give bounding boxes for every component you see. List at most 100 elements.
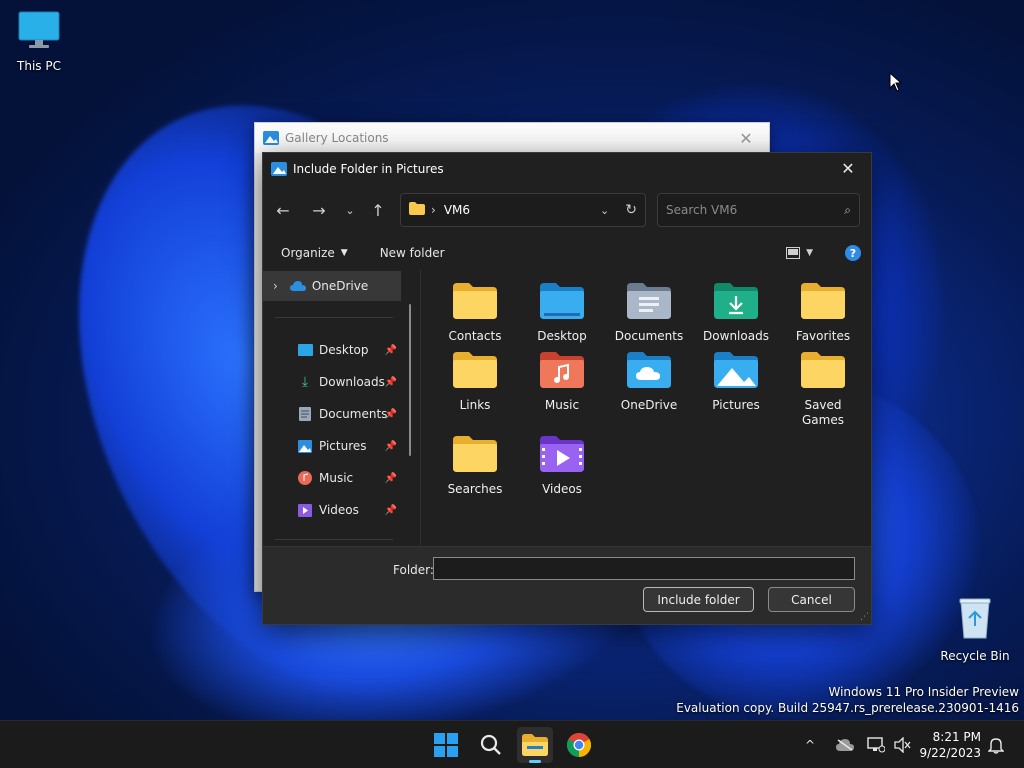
nav-pane-scrollbar[interactable] xyxy=(409,304,411,456)
desktop-icon-label: Recycle Bin xyxy=(940,649,1010,663)
up-arrow-icon[interactable]: ↑ xyxy=(364,196,392,224)
window-titlebar[interactable]: Gallery Locations ✕ xyxy=(255,123,769,153)
folder-tile-pictures[interactable]: Pictures xyxy=(696,352,776,413)
folder-tile-desktop[interactable]: Desktop xyxy=(522,283,602,344)
view-mode-icon[interactable]: ▼ xyxy=(786,247,813,259)
volume-muted-icon[interactable] xyxy=(894,721,912,768)
breadcrumb-separator-icon: › xyxy=(431,203,436,217)
nav-item-label: Videos xyxy=(319,503,359,517)
close-icon[interactable]: ✕ xyxy=(833,154,863,184)
recent-locations-chevron-icon[interactable]: ⌄ xyxy=(336,196,364,224)
back-arrow-icon[interactable]: ← xyxy=(269,196,297,224)
refresh-icon[interactable]: ↻ xyxy=(625,202,637,218)
new-folder-label: New folder xyxy=(379,246,445,260)
folder-icon xyxy=(409,202,425,218)
help-icon[interactable]: ? xyxy=(845,245,861,261)
nav-item-label: Documents xyxy=(319,407,388,421)
address-bar[interactable]: › VM6 ⌄ ↻ xyxy=(400,193,646,227)
pictures-folder-icon xyxy=(714,352,758,392)
pin-icon[interactable]: 📌 xyxy=(385,345,397,356)
pin-icon[interactable]: 📌 xyxy=(385,409,397,420)
search-icon[interactable]: ⌕ xyxy=(844,203,851,218)
pin-icon[interactable]: 📌 xyxy=(385,473,397,484)
chrome-icon[interactable] xyxy=(561,727,597,763)
folder-label: Searches xyxy=(447,482,503,496)
include-folder-button[interactable]: Include folder xyxy=(643,587,754,612)
close-icon[interactable]: ✕ xyxy=(731,123,761,153)
start-icon[interactable] xyxy=(428,727,464,763)
nav-item-label: OneDrive xyxy=(311,279,369,293)
show-hidden-icons-chevron-icon[interactable]: ^ xyxy=(805,721,815,768)
folder-icon xyxy=(801,352,845,392)
search-placeholder[interactable]: Search VM6 xyxy=(666,203,737,217)
dialog-titlebar[interactable]: Include Folder in Pictures ✕ xyxy=(263,153,871,184)
nav-item-onedrive[interactable]: › OneDrive xyxy=(263,271,401,301)
folder-tile-favorites[interactable]: Favorites xyxy=(783,283,863,344)
folder-label: OneDrive xyxy=(620,398,678,412)
music-icon xyxy=(297,471,313,485)
navigation-pane: › OneDrive Desktop 📌 ⤓ Downloads 📌 Docum… xyxy=(263,269,421,546)
folder-label: Downloads xyxy=(703,329,769,343)
nav-item-desktop[interactable]: Desktop 📌 xyxy=(263,335,401,365)
resize-grip-icon[interactable]: ⋰ xyxy=(860,612,869,622)
mouse-cursor-icon xyxy=(889,71,903,95)
taskbar-clock[interactable]: 8:21 PM 9/22/2023 xyxy=(919,729,981,761)
folder-tile-music[interactable]: Music xyxy=(522,352,602,413)
onedrive-icon xyxy=(289,281,306,291)
folder-tile-saved-games[interactable]: Saved Games xyxy=(783,352,863,428)
network-icon[interactable] xyxy=(867,721,885,768)
file-explorer-icon[interactable] xyxy=(517,727,553,763)
search-icon[interactable] xyxy=(473,727,509,763)
folder-tile-downloads[interactable]: Downloads xyxy=(696,283,776,344)
nav-item-pictures[interactable]: Pictures 📌 xyxy=(263,431,401,461)
pictures-icon xyxy=(297,439,313,453)
cancel-button[interactable]: Cancel xyxy=(768,587,855,612)
monitor-icon xyxy=(17,10,61,53)
organize-button[interactable]: Organize ▼ xyxy=(271,246,358,260)
folder-tile-contacts[interactable]: Contacts xyxy=(435,283,515,344)
dialog-title: Include Folder in Pictures xyxy=(293,161,444,176)
address-path[interactable]: VM6 xyxy=(444,203,470,217)
search-box[interactable]: Search VM6 ⌕ xyxy=(657,193,860,227)
command-bar: Organize ▼ New folder ▼ ? xyxy=(263,238,871,268)
watermark-line-1: Windows 11 Pro Insider Preview xyxy=(828,685,1019,699)
folder-tile-documents[interactable]: Documents xyxy=(609,283,689,344)
music-folder-icon xyxy=(540,352,584,392)
desktop-icon-recycle-bin[interactable]: Recycle Bin xyxy=(935,596,1015,663)
folder-field[interactable] xyxy=(433,557,855,580)
pictures-icon xyxy=(271,161,287,176)
new-folder-button[interactable]: New folder xyxy=(370,246,455,260)
forward-arrow-icon[interactable]: → xyxy=(305,196,333,224)
nav-item-downloads[interactable]: ⤓ Downloads 📌 xyxy=(263,367,401,397)
pin-icon[interactable]: 📌 xyxy=(385,377,397,388)
folder-icon xyxy=(453,352,497,392)
folder-label: Links xyxy=(459,398,491,412)
chevron-down-icon[interactable]: ⌄ xyxy=(600,204,609,217)
pin-icon[interactable]: 📌 xyxy=(385,441,397,452)
folder-label: Music xyxy=(544,398,580,412)
nav-item-music[interactable]: Music 📌 xyxy=(263,463,401,493)
folder-label: Documents xyxy=(614,329,684,343)
recycle-bin-icon xyxy=(955,596,995,643)
active-app-indicator xyxy=(529,760,541,763)
folder-label: Pictures xyxy=(712,398,760,412)
notification-bell-icon[interactable] xyxy=(988,721,1004,768)
nav-item-videos[interactable]: Videos 📌 xyxy=(263,495,401,525)
folder-tile-links[interactable]: Links xyxy=(435,352,515,413)
desktop-icon-this-pc[interactable]: This PC xyxy=(0,10,79,73)
clock-time: 8:21 PM xyxy=(932,730,981,744)
folder-tile-videos[interactable]: Videos xyxy=(522,436,602,497)
onedrive-tray-icon[interactable] xyxy=(836,721,854,768)
folder-tile-onedrive[interactable]: OneDrive xyxy=(609,352,689,413)
videos-icon xyxy=(297,503,313,517)
desktop-icon xyxy=(297,344,313,356)
taskbar: ^ 8:21 PM 9/22/2023 xyxy=(0,720,1024,768)
nav-item-documents[interactable]: Documents 📌 xyxy=(263,399,401,429)
folder-label: Saved Games xyxy=(802,398,844,427)
include-folder-dialog[interactable]: Include Folder in Pictures ✕ ← → ⌄ ↑ › V… xyxy=(262,152,872,625)
folder-tile-searches[interactable]: Searches xyxy=(435,436,515,497)
pin-icon[interactable]: 📌 xyxy=(385,505,397,516)
pictures-icon xyxy=(263,131,279,145)
documents-icon xyxy=(297,407,313,421)
expand-chevron-icon[interactable]: › xyxy=(273,279,278,293)
